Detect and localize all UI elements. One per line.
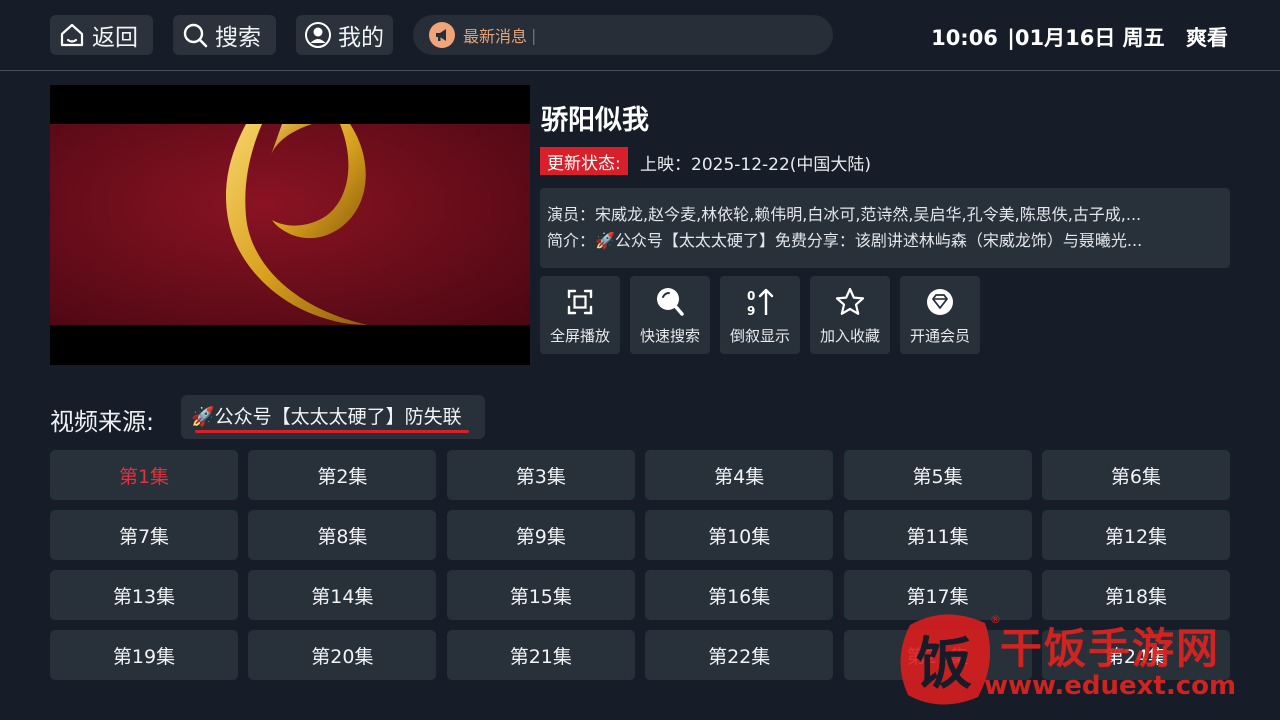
- favorite-label: 加入收藏: [819, 327, 880, 345]
- episode-button[interactable]: 第21集: [446, 630, 635, 680]
- home-icon: [60, 23, 84, 47]
- news-ticker[interactable]: 最新消息 |: [413, 15, 833, 55]
- actors-text: 演员：宋威龙,赵今麦,林依轮,赖伟明,白冰可,范诗然,吴启华,孔令美,陈思佚,古…: [547, 205, 1142, 224]
- back-button[interactable]: 返回: [50, 15, 153, 55]
- search-button[interactable]: 搜索: [173, 15, 276, 55]
- vip-button[interactable]: 开通会员: [900, 276, 980, 354]
- mine-label: 我的: [338, 25, 384, 51]
- watermark-site-name: 干饭手游网: [1000, 624, 1221, 673]
- episode-button[interactable]: 第13集: [50, 570, 238, 620]
- episode-button[interactable]: 第4集: [645, 450, 834, 500]
- svg-text:®: ®: [990, 613, 1000, 626]
- episode-button[interactable]: 第16集: [645, 570, 834, 620]
- source-name: 🚀公众号【太太太硬了】防失联: [191, 406, 462, 428]
- user-icon: [305, 22, 331, 48]
- episode-button[interactable]: 第22集: [645, 630, 834, 680]
- video-artwork: [226, 124, 368, 325]
- episode-button[interactable]: 第11集: [843, 510, 1032, 560]
- watermark-site-url: www.eduext.com: [984, 671, 1237, 701]
- svg-text:饭: 饭: [916, 632, 972, 697]
- source-selector[interactable]: 🚀公众号【太太太硬了】防失联: [181, 395, 485, 439]
- megaphone-icon: [429, 22, 455, 48]
- time-text: 10:06: [931, 26, 998, 50]
- news-label: 最新消息: [463, 27, 528, 46]
- back-label: 返回: [92, 25, 138, 51]
- clock: 10:06 |01月16日 周五 爽看: [929, 22, 1228, 52]
- search-icon: [183, 23, 208, 48]
- search-icon: [657, 288, 684, 316]
- svg-text:0: 0: [747, 289, 755, 303]
- top-bar: 返回 搜索 我的 最新消息 | 10:06 |01月16日 周五 爽看: [0, 0, 1280, 71]
- episode-button[interactable]: 第10集: [645, 510, 834, 560]
- star-icon: [835, 287, 865, 315]
- release-date: 上映：2025-12-22(中国大陆): [640, 155, 872, 175]
- episode-button[interactable]: 第3集: [446, 450, 635, 500]
- video-title: 骄阳似我: [541, 105, 649, 136]
- svg-text:9: 9: [747, 304, 755, 318]
- brand-name: 爽看: [1186, 26, 1228, 50]
- episode-button[interactable]: 第7集: [50, 510, 238, 560]
- episode-button[interactable]: 第15集: [446, 570, 635, 620]
- update-status-badge: 更新状态:: [540, 147, 628, 175]
- episode-button[interactable]: 第6集: [1041, 450, 1230, 500]
- quick-search-label: 快速搜索: [639, 327, 700, 345]
- watermark: 饭 ® 干饭手游网 www.eduext.com: [880, 605, 1260, 720]
- episode-button[interactable]: 第19集: [50, 630, 238, 680]
- reverse-order-label: 倒叙显示: [729, 327, 790, 345]
- fullscreen-button[interactable]: 全屏播放: [540, 276, 620, 354]
- video-player[interactable]: [50, 85, 530, 365]
- episode-button[interactable]: 第8集: [248, 510, 437, 560]
- description-panel[interactable]: 演员：宋威龙,赵今麦,林依轮,赖伟明,白冰可,范诗然,吴启华,孔令美,陈思佚,古…: [540, 188, 1230, 268]
- source-label: 视频来源:: [50, 408, 155, 436]
- episode-button[interactable]: 第20集: [248, 630, 437, 680]
- episode-button[interactable]: 第2集: [248, 450, 437, 500]
- reverse-order-button[interactable]: 09 倒叙显示: [720, 276, 800, 354]
- action-buttons: 全屏播放 快速搜索 09 倒叙显示 加入收藏 开通会员: [540, 276, 980, 354]
- search-label: 搜索: [215, 25, 261, 51]
- favorite-button[interactable]: 加入收藏: [810, 276, 890, 354]
- date-text: |01月16日 周五: [1007, 26, 1165, 50]
- mine-button[interactable]: 我的: [296, 15, 393, 55]
- episode-button[interactable]: 第14集: [248, 570, 437, 620]
- episode-button[interactable]: 第9集: [446, 510, 635, 560]
- episode-button[interactable]: 第1集: [50, 450, 238, 500]
- news-separator: |: [531, 25, 537, 45]
- source-underline: [195, 430, 469, 433]
- intro-text: 简介：🚀公众号【太太太硬了】免费分享：该剧讲述林屿森（宋威龙饰）与聂曦光...: [547, 231, 1143, 250]
- sort-icon: 09: [747, 288, 774, 318]
- fullscreen-label: 全屏播放: [549, 327, 610, 345]
- vip-diamond-icon: [927, 289, 953, 315]
- episode-button[interactable]: 第12集: [1041, 510, 1230, 560]
- episode-button[interactable]: 第5集: [843, 450, 1032, 500]
- vip-label: 开通会员: [909, 327, 970, 345]
- quick-search-button[interactable]: 快速搜索: [630, 276, 710, 354]
- fullscreen-icon: [567, 289, 593, 315]
